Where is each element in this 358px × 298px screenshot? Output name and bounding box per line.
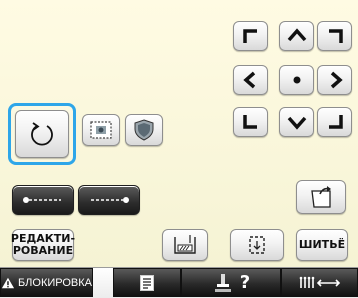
- move-up-left-button[interactable]: [233, 21, 268, 51]
- arrow-down-icon: [287, 116, 306, 130]
- rotate-button[interactable]: [15, 110, 69, 158]
- center-dot-icon: [293, 76, 300, 84]
- move-down-right-button[interactable]: [317, 107, 352, 137]
- help-button[interactable]: ?: [181, 268, 281, 297]
- move-up-right-button[interactable]: [317, 21, 352, 51]
- embroidery-frame-icon: [90, 121, 112, 139]
- arrow-right-icon: [330, 71, 343, 89]
- arrow-left-icon: [242, 71, 255, 89]
- edit-button-label: РЕДАКТИ- РОВАНИЕ: [11, 233, 75, 257]
- line-left-icon: [23, 197, 61, 203]
- width-adjust-button[interactable]: [281, 268, 358, 297]
- return-button[interactable]: [296, 180, 346, 214]
- edit-button[interactable]: РЕДАКТИ- РОВАНИЕ: [11, 229, 75, 261]
- corner-down-left-icon: [242, 115, 257, 129]
- corner-up-left-icon: [242, 29, 257, 43]
- trial-frame-button[interactable]: [230, 229, 284, 261]
- move-up-button[interactable]: [279, 21, 314, 51]
- rotate-icon: [31, 122, 53, 146]
- line-right-icon: [91, 197, 129, 203]
- edit-label-line2: РОВАНИЕ: [12, 244, 74, 257]
- center-button[interactable]: [279, 65, 314, 95]
- corner-down-right-icon: [328, 115, 343, 129]
- move-right-button[interactable]: [317, 65, 352, 95]
- sew-button-label: ШИТЬЁ: [298, 238, 346, 251]
- move-left-button[interactable]: [233, 65, 268, 95]
- move-down-left-button[interactable]: [233, 107, 268, 137]
- needle-right-button[interactable]: [78, 185, 140, 215]
- sew-button[interactable]: ШИТЬЁ: [296, 229, 348, 261]
- shield-design-icon: [134, 119, 154, 141]
- stitch-list-button[interactable]: [113, 268, 181, 297]
- lock-label: БЛОКИРОВКА: [17, 276, 92, 289]
- needle-width-arrows-icon: [299, 276, 340, 288]
- hoop-button[interactable]: [162, 229, 208, 261]
- document-list-icon: [140, 274, 154, 291]
- help-question-mark: ?: [239, 272, 251, 293]
- arrow-up-icon: [287, 28, 306, 42]
- needle-left-button[interactable]: [12, 185, 74, 215]
- move-down-button[interactable]: [279, 107, 314, 137]
- corner-up-right-icon: [328, 29, 343, 43]
- hoop-stitch-icon: [174, 235, 196, 254]
- embroidery-frame-button[interactable]: [82, 114, 120, 146]
- trial-frame-icon: [249, 236, 265, 254]
- return-icon: [311, 186, 331, 208]
- lock-button[interactable]: БЛОКИРОВКА: [0, 268, 93, 297]
- sewing-machine-icon: [214, 273, 231, 292]
- warning-triangle-icon: [1, 277, 15, 288]
- shield-design-button[interactable]: [125, 114, 163, 146]
